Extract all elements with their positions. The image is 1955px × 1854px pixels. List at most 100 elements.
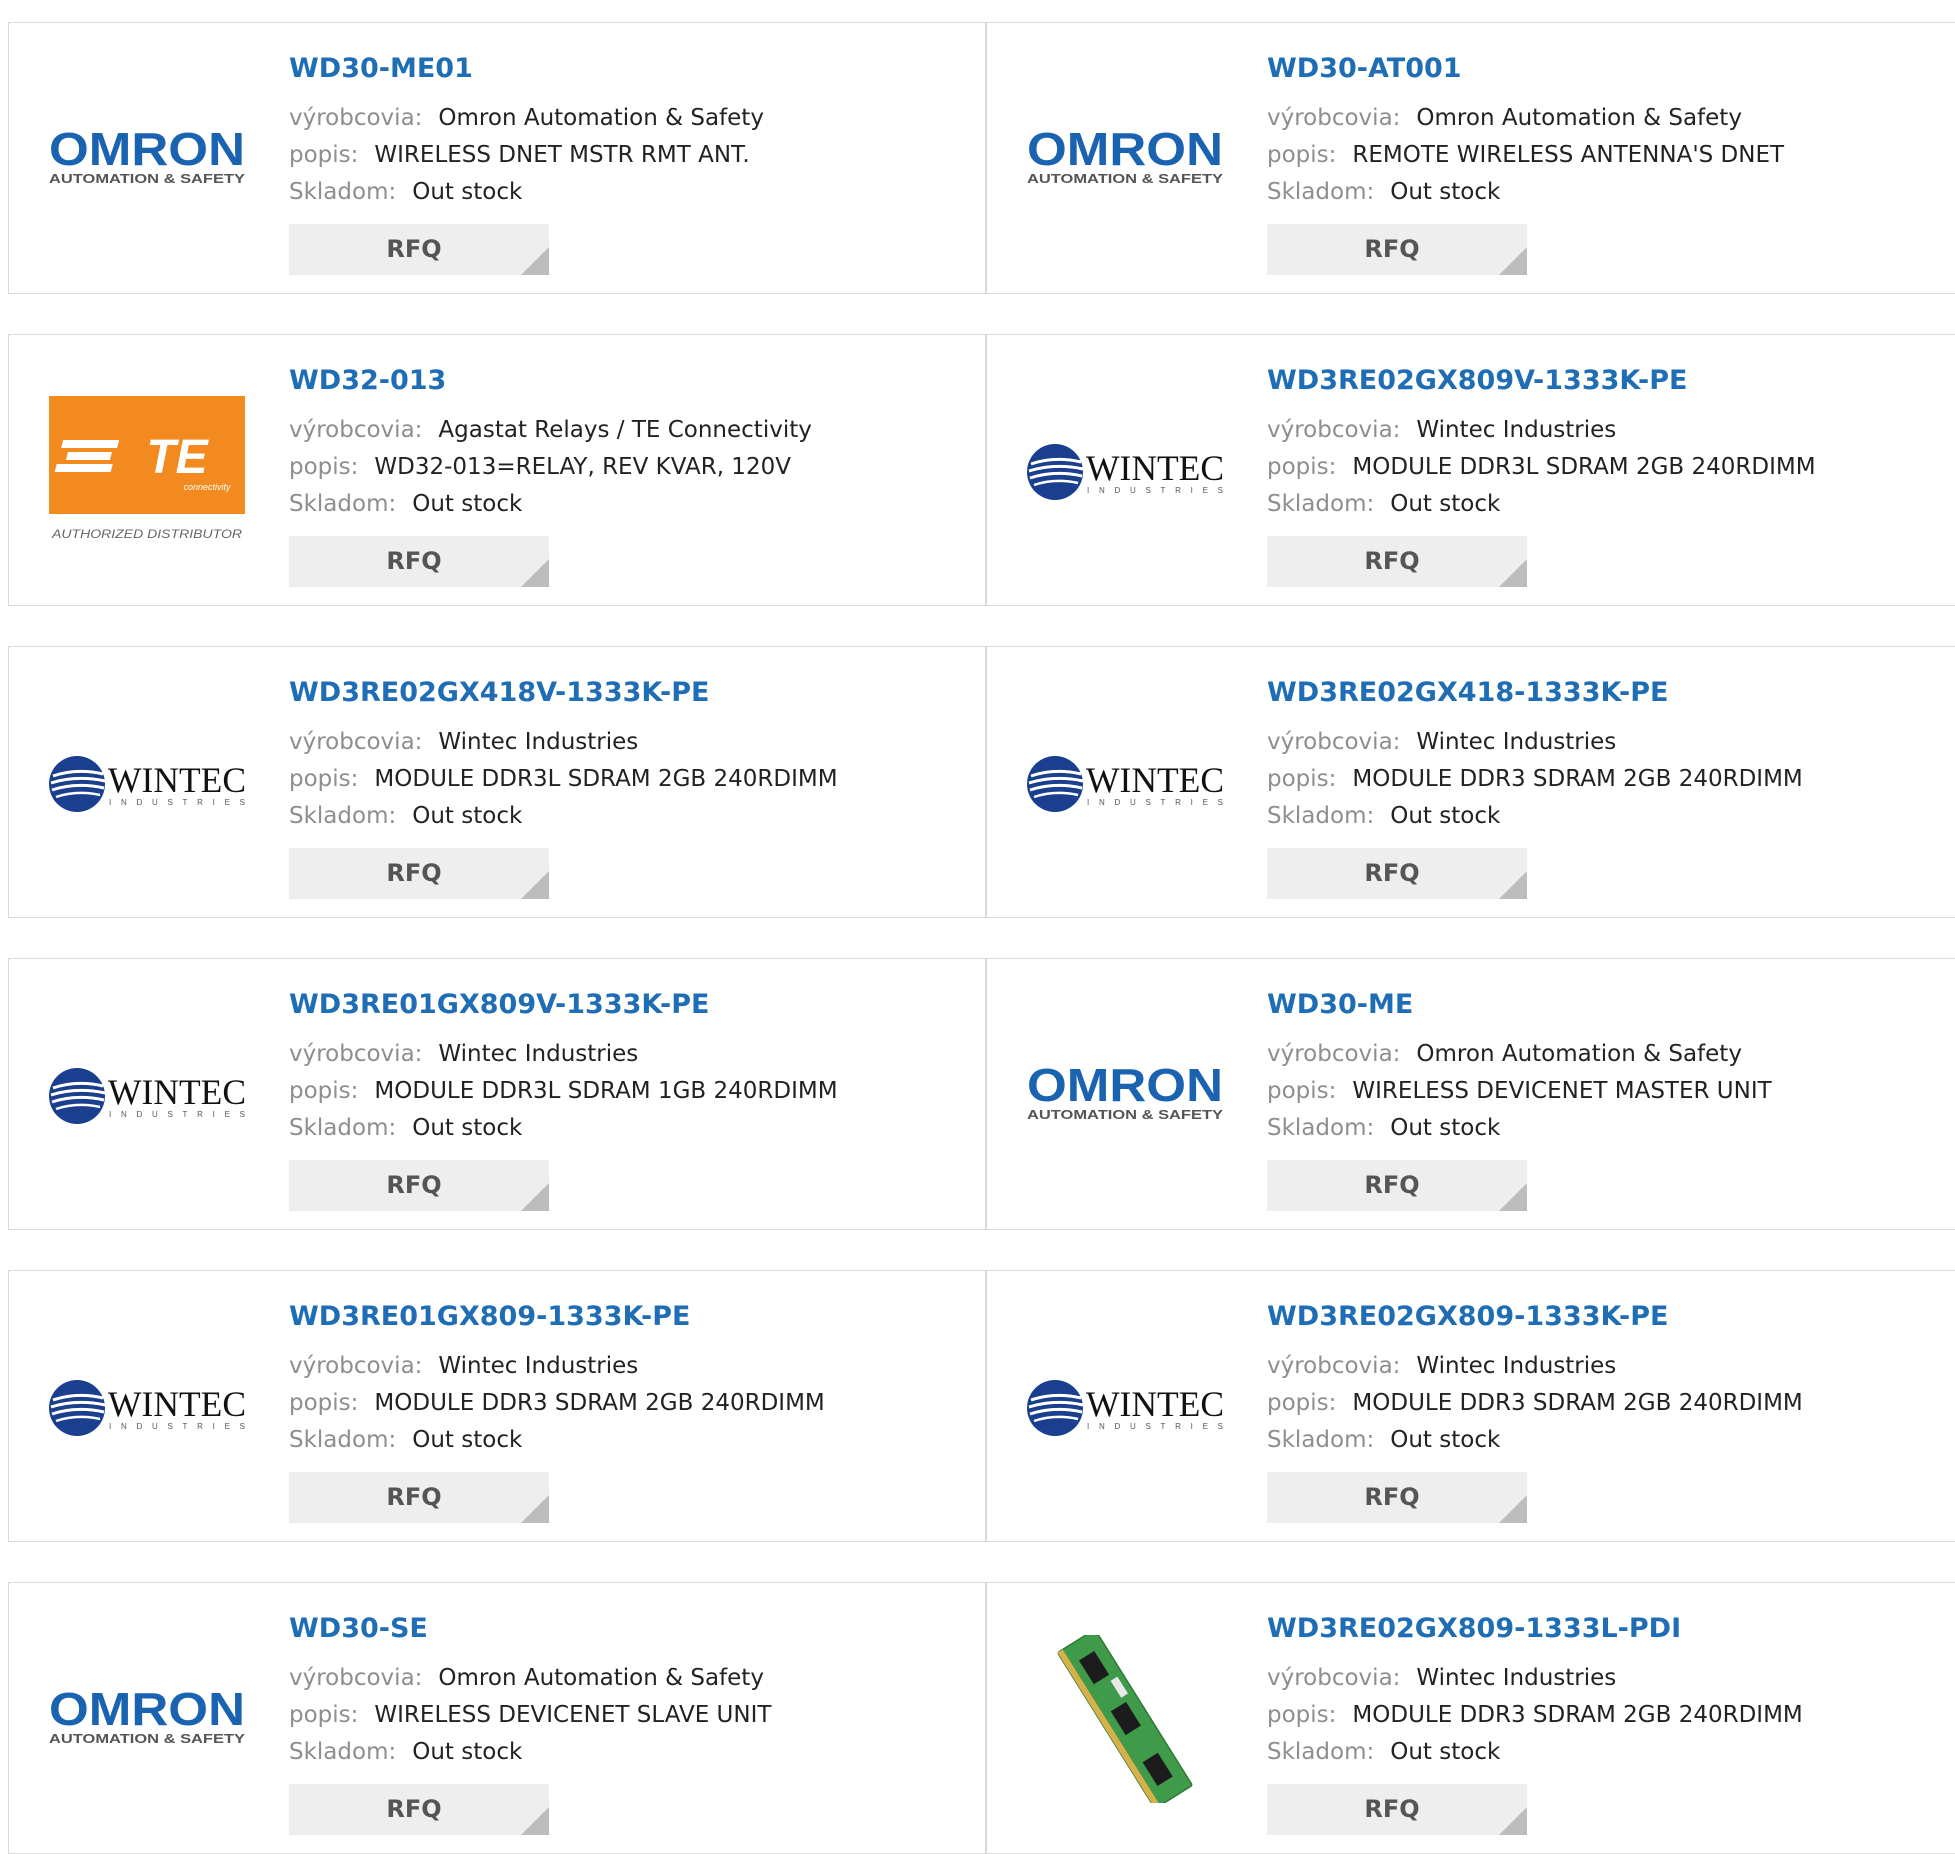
manufacturer-logo: OMRON AUTOMATION & SAFETY bbox=[1025, 75, 1225, 243]
description-value: WIRELESS DNET MSTR RMT ANT. bbox=[374, 142, 750, 168]
description-value: MODULE DDR3 SDRAM 2GB 240RDIMM bbox=[1352, 1702, 1803, 1728]
manufacturer-label: výrobcovia: bbox=[1267, 417, 1401, 443]
part-number-link[interactable]: WD3RE02GX809-1333K-PE bbox=[1267, 1301, 1669, 1332]
stock-row: Skladom: Out stock bbox=[289, 803, 522, 829]
rfq-label: RFQ bbox=[1364, 1483, 1420, 1511]
manufacturer-value: Wintec Industries bbox=[438, 1041, 639, 1067]
stock-label: Skladom: bbox=[289, 1739, 397, 1765]
rfq-label: RFQ bbox=[386, 547, 442, 575]
rfq-button[interactable]: RFQ bbox=[289, 1472, 549, 1523]
svg-text:OMRON: OMRON bbox=[1027, 1065, 1223, 1111]
description-label: popis: bbox=[1267, 454, 1337, 480]
description-label: popis: bbox=[1267, 766, 1337, 792]
manufacturer-logo bbox=[1025, 1635, 1225, 1803]
product-card-wd3re01gx809-1333k-pe: WINTEC INDUSTRIES WD3RE01GX809-1333K-PE … bbox=[8, 1270, 986, 1542]
part-number-link[interactable]: WD3RE02GX418V-1333K-PE bbox=[289, 677, 709, 708]
manufacturer-row: výrobcovia: Wintec Industries bbox=[1267, 729, 1616, 755]
product-card-wd30-me01: OMRON AUTOMATION & SAFETY WD30-ME01 výro… bbox=[8, 22, 986, 294]
part-number-link[interactable]: WD30-SE bbox=[289, 1613, 428, 1644]
svg-text:TE: TE bbox=[146, 431, 209, 484]
manufacturer-value: Wintec Industries bbox=[1416, 1353, 1617, 1379]
rfq-button[interactable]: RFQ bbox=[1267, 536, 1527, 587]
stock-value: Out stock bbox=[1390, 803, 1501, 829]
svg-text:connectivity: connectivity bbox=[183, 482, 231, 492]
omron-logo-icon: OMRON AUTOMATION & SAFETY bbox=[49, 1689, 246, 1746]
stock-row: Skladom: Out stock bbox=[289, 1115, 522, 1141]
wintec-logo-icon: WINTEC INDUSTRIES bbox=[49, 756, 246, 812]
rfq-button[interactable]: RFQ bbox=[289, 1160, 549, 1211]
manufacturer-label: výrobcovia: bbox=[1267, 1041, 1401, 1067]
description-row: popis: MODULE DDR3L SDRAM 1GB 240RDIMM bbox=[289, 1078, 838, 1104]
part-number-link[interactable]: WD3RE01GX809-1333K-PE bbox=[289, 1301, 691, 1332]
product-card-wd3re01gx809v-1333k-pe: WINTEC INDUSTRIES WD3RE01GX809V-1333K-PE… bbox=[8, 958, 986, 1230]
rfq-button[interactable]: RFQ bbox=[1267, 848, 1527, 899]
manufacturer-row: výrobcovia: Omron Automation & Safety bbox=[289, 105, 764, 131]
manufacturer-logo: WINTEC INDUSTRIES bbox=[47, 1323, 247, 1491]
stock-row: Skladom: Out stock bbox=[1267, 179, 1500, 205]
rfq-button[interactable]: RFQ bbox=[1267, 1784, 1527, 1835]
description-label: popis: bbox=[1267, 1078, 1337, 1104]
description-row: popis: WIRELESS DNET MSTR RMT ANT. bbox=[289, 142, 750, 168]
stock-value: Out stock bbox=[1390, 491, 1501, 517]
rfq-button[interactable]: RFQ bbox=[289, 224, 549, 275]
rfq-button[interactable]: RFQ bbox=[1267, 1160, 1527, 1211]
manufacturer-label: výrobcovia: bbox=[289, 1041, 423, 1067]
part-number-link[interactable]: WD30-ME01 bbox=[289, 53, 473, 84]
stock-label: Skladom: bbox=[1267, 1115, 1375, 1141]
description-value: REMOTE WIRELESS ANTENNA'S DNET bbox=[1352, 142, 1785, 168]
corner-triangle-icon bbox=[1499, 559, 1527, 587]
description-value: MODULE DDR3L SDRAM 1GB 240RDIMM bbox=[374, 1078, 838, 1104]
stock-row: Skladom: Out stock bbox=[1267, 803, 1500, 829]
manufacturer-row: výrobcovia: Wintec Industries bbox=[1267, 417, 1616, 443]
part-number-link[interactable]: WD3RE02GX809-1333L-PDI bbox=[1267, 1613, 1681, 1644]
manufacturer-value: Wintec Industries bbox=[438, 729, 639, 755]
corner-triangle-icon bbox=[521, 559, 549, 587]
manufacturer-label: výrobcovia: bbox=[1267, 1665, 1401, 1691]
description-label: popis: bbox=[289, 766, 359, 792]
manufacturer-logo: WINTEC INDUSTRIES bbox=[1025, 699, 1225, 867]
rfq-button[interactable]: RFQ bbox=[289, 848, 549, 899]
svg-text:AUTOMATION & SAFETY: AUTOMATION & SAFETY bbox=[49, 1732, 246, 1746]
rfq-label: RFQ bbox=[1364, 1795, 1420, 1823]
svg-text:WINTEC: WINTEC bbox=[108, 760, 246, 800]
manufacturer-label: výrobcovia: bbox=[1267, 729, 1401, 755]
corner-triangle-icon bbox=[521, 1495, 549, 1523]
manufacturer-value: Omron Automation & Safety bbox=[438, 105, 764, 131]
corner-triangle-icon bbox=[521, 1807, 549, 1835]
description-value: MODULE DDR3 SDRAM 2GB 240RDIMM bbox=[1352, 1390, 1803, 1416]
svg-text:WINTEC: WINTEC bbox=[1086, 760, 1224, 800]
stock-row: Skladom: Out stock bbox=[1267, 491, 1500, 517]
manufacturer-value: Wintec Industries bbox=[1416, 417, 1617, 443]
wintec-logo-icon: WINTEC INDUSTRIES bbox=[1027, 444, 1224, 500]
rfq-button[interactable]: RFQ bbox=[289, 1784, 549, 1835]
manufacturer-label: výrobcovia: bbox=[289, 729, 423, 755]
part-number-link[interactable]: WD3RE01GX809V-1333K-PE bbox=[289, 989, 709, 1020]
manufacturer-value: Wintec Industries bbox=[1416, 1665, 1617, 1691]
wintec-logo-icon: WINTEC INDUSTRIES bbox=[1027, 1380, 1224, 1436]
part-number-link[interactable]: WD3RE02GX418-1333K-PE bbox=[1267, 677, 1669, 708]
part-number-link[interactable]: WD30-AT001 bbox=[1267, 53, 1462, 84]
manufacturer-value: Omron Automation & Safety bbox=[1416, 1041, 1742, 1067]
rfq-button[interactable]: RFQ bbox=[1267, 224, 1527, 275]
stock-row: Skladom: Out stock bbox=[289, 491, 522, 517]
part-number-link[interactable]: WD3RE02GX809V-1333K-PE bbox=[1267, 365, 1687, 396]
rfq-button[interactable]: RFQ bbox=[289, 536, 549, 587]
product-card-wd3re02gx809v-1333k-pe: WINTEC INDUSTRIES WD3RE02GX809V-1333K-PE… bbox=[986, 334, 1955, 606]
stock-label: Skladom: bbox=[1267, 179, 1375, 205]
rfq-button[interactable]: RFQ bbox=[1267, 1472, 1527, 1523]
stock-value: Out stock bbox=[412, 1739, 523, 1765]
product-card-wd3re02gx418-1333k-pe: WINTEC INDUSTRIES WD3RE02GX418-1333K-PE … bbox=[986, 646, 1955, 918]
stock-value: Out stock bbox=[1390, 1739, 1501, 1765]
manufacturer-row: výrobcovia: Omron Automation & Safety bbox=[1267, 105, 1742, 131]
manufacturer-value: Agastat Relays / TE Connectivity bbox=[438, 417, 812, 443]
stock-label: Skladom: bbox=[1267, 803, 1375, 829]
description-label: popis: bbox=[289, 1390, 359, 1416]
manufacturer-value: Wintec Industries bbox=[438, 1353, 639, 1379]
product-card-wd30-me: OMRON AUTOMATION & SAFETY WD30-ME výrobc… bbox=[986, 958, 1955, 1230]
rfq-label: RFQ bbox=[1364, 1171, 1420, 1199]
part-number-link[interactable]: WD30-ME bbox=[1267, 989, 1413, 1020]
part-number-link[interactable]: WD32-013 bbox=[289, 365, 446, 396]
wintec-logo-icon: WINTEC INDUSTRIES bbox=[49, 1068, 246, 1124]
stock-label: Skladom: bbox=[289, 1427, 397, 1453]
manufacturer-logo: WINTEC INDUSTRIES bbox=[47, 1011, 247, 1179]
